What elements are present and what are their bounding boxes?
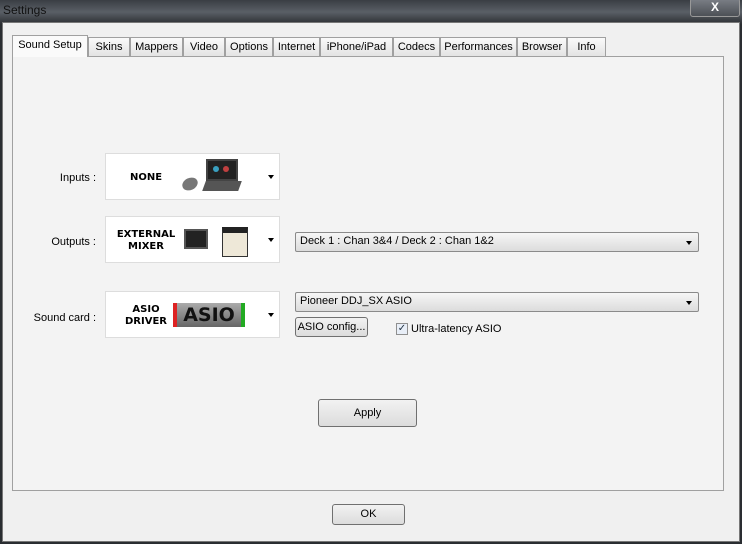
ok-button[interactable]: OK [332,504,405,525]
soundcard-device-select[interactable]: Pioneer DDJ_SX ASIO [295,292,699,312]
tab-performances[interactable]: Performances [440,37,517,56]
chevron-down-icon [268,175,274,179]
soundcard-value-line1: ASIO [132,304,160,315]
inputs-selector[interactable]: NONE [105,153,280,200]
tab-video[interactable]: Video [183,37,225,56]
asio-logo: ASIO [173,303,245,327]
tab-browser[interactable]: Browser [517,37,567,56]
title-bar: Settings X [0,0,742,24]
tab-mappers[interactable]: Mappers [130,37,183,56]
soundcard-label: Sound card : [33,312,96,324]
soundcard-device-value: Pioneer DDJ_SX ASIO [300,295,412,307]
ultra-latency-label[interactable]: Ultra-latency ASIO [411,323,501,335]
outputs-selector[interactable]: EXTERNAL MIXER [105,216,280,263]
laptop-icon [202,159,242,193]
outputs-value-line2: MIXER [128,241,164,252]
tab-codecs[interactable]: Codecs [393,37,440,56]
inputs-label: Inputs : [59,172,96,184]
soundcard-value-line2: DRIVER [125,316,167,327]
output-routing-select[interactable]: Deck 1 : Chan 3&4 / Deck 2 : Chan 1&2 [295,232,699,252]
soundcard-selector[interactable]: ASIO DRIVER ASIO [105,291,280,338]
inputs-value: NONE [129,172,163,183]
mouse-icon [180,175,200,193]
chevron-down-icon [686,301,692,305]
apply-button[interactable]: Apply [318,399,417,427]
laptop-icon [184,229,208,249]
close-button[interactable]: X [690,0,740,17]
chevron-down-icon [268,238,274,242]
tab-internet[interactable]: Internet [273,37,320,56]
chevron-down-icon [268,313,274,317]
tab-iphone-ipad[interactable]: iPhone/iPad [320,37,393,56]
tab-sound-setup[interactable]: Sound Setup [12,35,88,57]
tab-options[interactable]: Options [225,37,273,56]
outputs-label: Outputs : [51,236,96,248]
chevron-down-icon [686,241,692,245]
output-routing-value: Deck 1 : Chan 3&4 / Deck 2 : Chan 1&2 [300,235,494,247]
tab-info[interactable]: Info [567,37,606,56]
asio-config-button[interactable]: ASIO config... [295,317,368,337]
window-title: Settings [3,3,47,17]
tab-skins[interactable]: Skins [88,37,130,56]
outputs-value-line1: EXTERNAL [116,229,176,240]
mixer-icon [222,227,248,257]
ultra-latency-checkbox[interactable]: ✓ [396,323,408,335]
